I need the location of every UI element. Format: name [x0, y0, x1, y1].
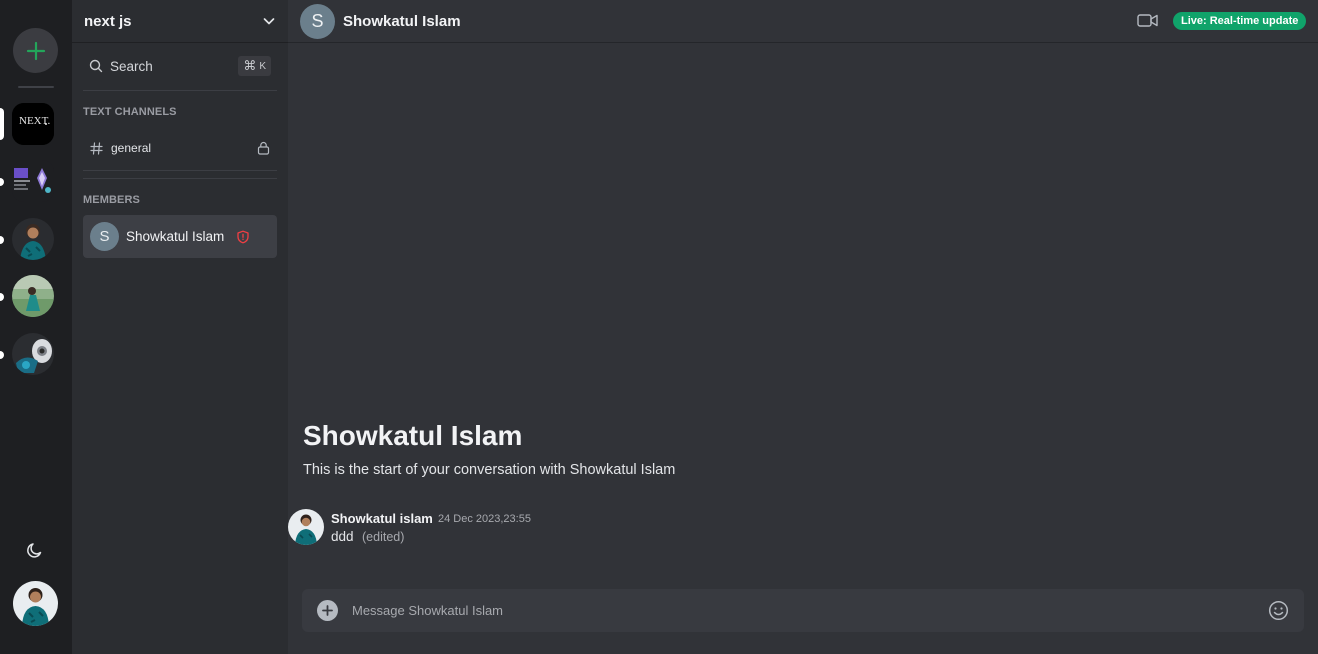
chat-header: S Showkatul Islam Live: Real-time update [288, 0, 1318, 43]
welcome-subtitle: This is the start of your conversation w… [303, 462, 676, 478]
server-icon-2[interactable] [12, 160, 54, 202]
chevron-down-icon [263, 18, 275, 25]
conversation-title: Showkatul Islam [343, 12, 461, 30]
user-profile-avatar[interactable] [13, 581, 58, 626]
message-item: Showkatul islam 24 Dec 2023,23:55 ddd (e… [288, 509, 988, 549]
member-item[interactable]: S Showkatul Islam [83, 215, 277, 258]
svg-text:NEXT.: NEXT. [19, 115, 51, 127]
avatar-image [288, 509, 324, 545]
server-icon-3[interactable] [12, 218, 54, 260]
selected-server-indicator [0, 108, 4, 140]
server-image [12, 160, 54, 202]
unread-indicator [0, 178, 4, 186]
command-key-icon: ⌘ [243, 58, 257, 73]
conversation-avatar: S [300, 3, 335, 39]
server-icon-next-js[interactable]: NEXT. [12, 103, 54, 145]
search-button[interactable]: Search ⌘ K [83, 52, 277, 80]
member-avatar: S [90, 222, 119, 251]
unread-indicator [0, 293, 4, 301]
live-status-badge: Live: Real-time update [1173, 12, 1307, 30]
keyboard-shortcut: ⌘ K [238, 56, 271, 76]
welcome-title: Showkatul Islam [303, 420, 523, 451]
section-label-text-channels: TEXT CHANNELS [83, 106, 177, 118]
message-input[interactable] [352, 597, 1252, 624]
video-call-button[interactable] [1137, 12, 1158, 34]
channel-item-general[interactable]: general [83, 134, 277, 162]
channel-name: general [111, 141, 152, 155]
section-label-members: MEMBERS [83, 194, 140, 206]
unread-indicator [0, 236, 4, 244]
server-image [12, 275, 54, 317]
server-name: next js [84, 12, 132, 30]
message-author[interactable]: Showkatul islam [331, 511, 433, 526]
unread-indicator [0, 351, 4, 359]
add-server-button[interactable] [13, 28, 58, 73]
hashtag-icon [90, 141, 103, 155]
message-composer [302, 589, 1304, 632]
search-label: Search [110, 58, 153, 74]
server-image [12, 218, 54, 260]
smiley-icon [1268, 600, 1289, 621]
message-text: ddd [331, 529, 354, 544]
server-rail: NEXT. [0, 0, 72, 654]
divider [83, 178, 277, 179]
message-timestamp: 24 Dec 2023,23:55 [438, 513, 531, 525]
plus-icon [26, 41, 45, 60]
channel-sidebar: next js Search ⌘ K TEXT CHANNELS general… [72, 0, 288, 654]
video-camera-icon [1137, 14, 1158, 27]
search-icon [89, 59, 103, 73]
lock-icon [257, 141, 270, 155]
attach-file-button[interactable] [317, 600, 338, 621]
server-image [12, 333, 54, 375]
chat-area: S Showkatul Islam Live: Real-time update… [288, 0, 1318, 654]
edited-label: (edited) [362, 530, 405, 544]
moon-icon [27, 543, 42, 558]
server-icon-4[interactable] [12, 275, 54, 317]
plus-icon [322, 605, 333, 616]
theme-toggle-button[interactable] [25, 540, 45, 560]
server-icon-5[interactable] [12, 333, 54, 375]
divider [83, 90, 277, 91]
member-name: Showkatul Islam [126, 229, 225, 244]
divider [83, 170, 277, 171]
avatar-image [13, 581, 58, 626]
shield-alert-icon [237, 230, 249, 243]
rail-separator [18, 86, 54, 88]
message-author-avatar[interactable] [288, 509, 324, 545]
next-js-logo: NEXT. [12, 103, 54, 145]
shortcut-key: K [259, 60, 266, 72]
emoji-picker-button[interactable] [1268, 600, 1289, 626]
server-header[interactable]: next js [72, 0, 288, 43]
